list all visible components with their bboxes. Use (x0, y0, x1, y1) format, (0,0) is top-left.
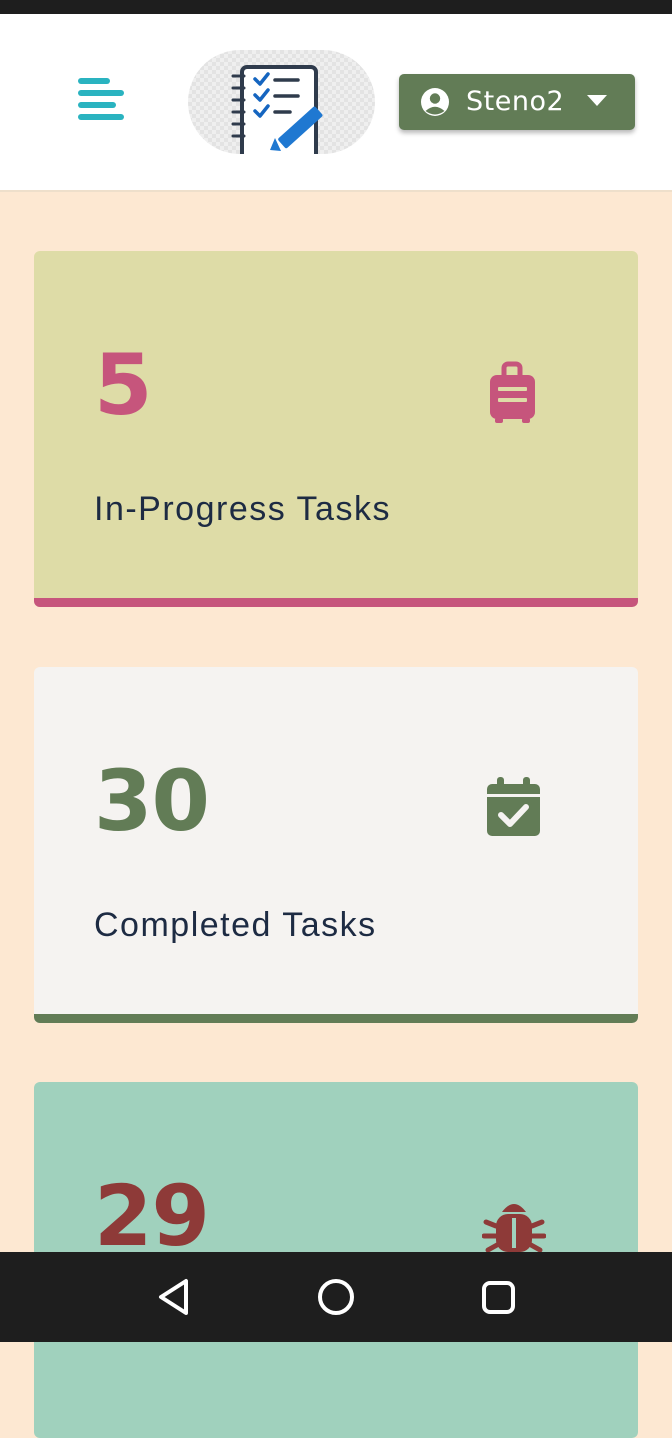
user-circle-icon (421, 88, 449, 116)
card-accent-bar (34, 598, 638, 607)
card-accent-bar (34, 1014, 638, 1023)
checklist-notebook-pencil-icon (231, 65, 323, 154)
hamburger-menu-icon[interactable] (70, 74, 132, 132)
completed-tasks-card[interactable]: 30 Completed Tasks (34, 667, 638, 1023)
card-label: In-Progress Tasks (94, 490, 391, 528)
user-menu-button[interactable]: Steno2 (399, 74, 635, 130)
status-bar (0, 0, 672, 14)
recents-square-icon[interactable] (479, 1277, 519, 1317)
logo[interactable] (188, 50, 375, 154)
in-progress-tasks-card[interactable]: 5 In-Progress Tasks (34, 251, 638, 607)
username-label: Steno2 (466, 86, 565, 117)
suitcase-icon (490, 361, 535, 423)
android-navigation-bar (0, 1252, 672, 1342)
task-count: 29 (94, 1167, 210, 1265)
app-header: Steno2 (0, 14, 672, 192)
card-label: Completed Tasks (94, 906, 377, 944)
back-triangle-icon[interactable] (155, 1277, 195, 1317)
caret-down-icon (587, 95, 607, 106)
home-circle-icon[interactable] (316, 1277, 356, 1317)
task-count: 5 (94, 336, 152, 434)
calendar-check-icon (487, 777, 540, 836)
bug-icon (482, 1204, 546, 1253)
task-count: 30 (94, 752, 210, 850)
